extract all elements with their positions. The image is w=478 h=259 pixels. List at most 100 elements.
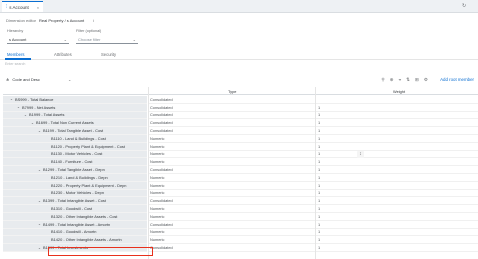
member-type-cell[interactable]: Consolidated	[149, 112, 315, 120]
chevron-down-icon[interactable]: ⌄	[38, 246, 41, 250]
chevron-down-icon[interactable]: ⌄	[10, 97, 13, 101]
member-weight-cell[interactable]: 1	[316, 197, 478, 206]
member-type-cell[interactable]: Numeric	[149, 182, 315, 190]
table-row[interactable]: B1320 - Other Intangible Assets - Cost Nu…	[3, 213, 478, 221]
search-icon[interactable]: ⚲	[381, 77, 384, 83]
tab-members[interactable]: Members	[7, 52, 24, 57]
table-row[interactable]: B1120 - Property Plant & Equipment - Cos…	[3, 142, 478, 151]
member-type-cell[interactable]: Numeric	[149, 158, 315, 167]
member-weight-cell[interactable]: 1	[316, 244, 478, 252]
table-row[interactable]: B1220 - Property Plant & Equipment - Dep…	[3, 181, 478, 190]
close-icon[interactable]: ×	[37, 5, 39, 10]
table-row[interactable]: ⌄ B1399 - Total Intangible Asset - Cost Co…	[3, 197, 478, 206]
search-input[interactable]: Enter search	[5, 62, 65, 69]
member-weight-cell[interactable]: 1	[316, 205, 478, 213]
member-weight-cell[interactable]: 1	[316, 112, 478, 120]
member-name-cell[interactable]: ⌄ BS999 - Total Balance	[3, 96, 147, 104]
filter-icon[interactable]: ⫧	[399, 77, 402, 83]
member-weight-cell[interactable]: 1	[316, 151, 478, 159]
member-type-cell[interactable]: Consolidated	[149, 104, 315, 112]
member-weight-cell[interactable]: 1	[316, 229, 478, 237]
member-name-cell[interactable]: B1310 - Goodwill - Cost	[3, 205, 147, 213]
table-row[interactable]: ⌄ B7999 - Net Assets Consolidated 1	[3, 103, 478, 112]
member-weight-cell[interactable]	[316, 96, 478, 104]
member-name-cell[interactable]: B1130 - Motor Vehicles - Cost	[3, 150, 147, 159]
member-weight-cell[interactable]: 1	[316, 119, 478, 128]
member-type-cell[interactable]: Numeric	[149, 174, 315, 182]
table-row[interactable]: ⌄ B1499 - Total Intangible Asset - Amortn…	[3, 220, 478, 229]
member-type-cell[interactable]: Consolidated	[149, 119, 315, 128]
table-row[interactable]: ⌄ B1699 - Total Non Current Assets Consoli…	[3, 119, 478, 128]
table-row[interactable]: ⌄ B1599 - Total Investments Consolidated 1	[3, 244, 478, 252]
member-name-cell[interactable]: ⌄ B1499 - Total Intangible Asset - Amortn	[3, 220, 147, 229]
member-type-cell[interactable]: Consolidated	[149, 166, 315, 174]
member-name-cell[interactable]: B1210 - Land & Buildings - Depn	[3, 174, 147, 182]
table-row[interactable]: ⌄ B1199 - Total Tangible Asset - Cost Cons…	[3, 127, 478, 135]
member-name-cell[interactable]: ⌄ B7999 - Net Assets	[3, 103, 147, 112]
table-row[interactable]: B1410 - Goodwill - Amortn Numeric 1	[3, 228, 478, 237]
chevron-down-icon[interactable]: ⌄	[38, 129, 41, 133]
member-name-cell[interactable]: ⌄ B1699 - Total Non Current Assets	[3, 119, 147, 128]
member-name-cell[interactable]: B1410 - Goodwill - Amortn	[3, 228, 147, 237]
member-weight-cell[interactable]: 1	[316, 190, 478, 198]
filter-select[interactable]: Choose filter ⌄	[76, 36, 138, 44]
sort-icon[interactable]: ⇅	[406, 77, 410, 83]
member-name-cell[interactable]: B1140 - Furniture - Cost	[3, 158, 147, 167]
zoom-icon[interactable]: ⊕	[390, 77, 394, 83]
chevron-down-icon[interactable]: ⌄	[38, 199, 41, 203]
table-row[interactable]: B1230 - Motor Vehicles - Depn Numeric 1	[3, 189, 478, 198]
member-weight-cell[interactable]: 1	[316, 221, 478, 229]
member-name-cell[interactable]: ⌄ B1299 - Total Tangible Asset - Depn	[3, 166, 147, 174]
member-weight-cell[interactable]: 1	[316, 143, 478, 151]
settings-icon[interactable]: ⚙	[424, 77, 428, 83]
member-type-cell[interactable]: Numeric	[149, 190, 315, 198]
refresh-icon[interactable]: ↻	[462, 3, 466, 9]
member-name-cell[interactable]: ⌄ B1199 - Total Tangible Asset - Cost	[3, 127, 147, 135]
chevron-down-icon[interactable]: ⌄	[17, 105, 20, 109]
table-row[interactable]: B1420 - Other Intangible Assets - Amortn…	[3, 236, 478, 245]
member-weight-cell[interactable]: 1	[316, 236, 478, 245]
column-header-type[interactable]: Type	[228, 89, 236, 94]
member-type-cell[interactable]: Numeric	[149, 143, 315, 151]
add-root-member-button[interactable]: Add root member	[440, 77, 474, 82]
table-row[interactable]: ⌄ B1299 - Total Tangible Asset - Depn Cons…	[3, 166, 478, 174]
hierarchy-select[interactable]: s Account ⌄	[7, 36, 69, 44]
member-weight-cell[interactable]: 1	[316, 135, 478, 143]
member-name-cell[interactable]: B1220 - Property Plant & Equipment - Dep…	[3, 181, 147, 190]
member-weight-cell[interactable]: 1	[316, 174, 478, 182]
member-weight-cell[interactable]: 1	[316, 104, 478, 112]
member-type-cell[interactable]: Numeric	[149, 236, 315, 245]
member-weight-cell[interactable]: 1	[316, 213, 478, 221]
member-type-cell[interactable]: Consolidated	[149, 244, 315, 252]
expand-icon[interactable]: ⊞	[415, 77, 419, 83]
table-row[interactable]: B1130 - Motor Vehicles - Cost Numeric 1	[3, 150, 478, 159]
table-row[interactable]: B1110 - Land & Buildings - Cost Numeric 1	[3, 135, 478, 143]
chevron-down-icon[interactable]: ⌄	[38, 222, 41, 226]
member-type-cell[interactable]: Consolidated	[149, 127, 315, 135]
chevron-down-icon[interactable]: ⌄	[31, 121, 34, 125]
member-weight-cell[interactable]: 1	[316, 166, 478, 174]
column-header-weight[interactable]: Weight	[393, 89, 405, 94]
member-type-cell[interactable]: Numeric	[149, 151, 315, 159]
member-weight-cell[interactable]: 1	[316, 127, 478, 135]
table-row[interactable]: B1140 - Furniture - Cost Numeric 1	[3, 158, 478, 167]
member-name-cell[interactable]: B1110 - Land & Buildings - Cost	[3, 135, 147, 143]
table-row[interactable]: B1310 - Goodwill - Cost Numeric 1	[3, 205, 478, 213]
table-row[interactable]: ⌄ B1999 - Total Assets Consolidated 1	[3, 111, 478, 120]
table-row[interactable]: B1210 - Land & Buildings - Depn Numeric 1	[3, 174, 478, 182]
info-icon[interactable]: i	[93, 18, 94, 23]
member-type-cell[interactable]: Consolidated	[149, 96, 315, 104]
display-mode-select[interactable]: ⋔ Code and Desc ⌄	[6, 77, 71, 82]
tab-attributes[interactable]: Attributes	[54, 52, 72, 57]
member-name-cell[interactable]: ⌄ B1599 - Total Investments	[3, 244, 147, 252]
member-weight-cell[interactable]: 1	[316, 182, 478, 190]
member-type-cell[interactable]: Numeric	[149, 229, 315, 237]
member-type-cell[interactable]: Consolidated	[149, 197, 315, 206]
member-name-cell[interactable]: B1420 - Other Intangible Assets - Amortn	[3, 236, 147, 245]
member-type-cell[interactable]: Numeric	[149, 205, 315, 213]
member-name-cell[interactable]: ⌄ B1999 - Total Assets	[3, 111, 147, 120]
chevron-down-icon[interactable]: ⌄	[38, 168, 41, 172]
tab-security[interactable]: Security	[101, 52, 116, 57]
member-name-cell[interactable]: ⌄ B1399 - Total Intangible Asset - Cost	[3, 197, 147, 206]
tab-account[interactable]: ⫶ s Account ×	[2, 1, 44, 12]
